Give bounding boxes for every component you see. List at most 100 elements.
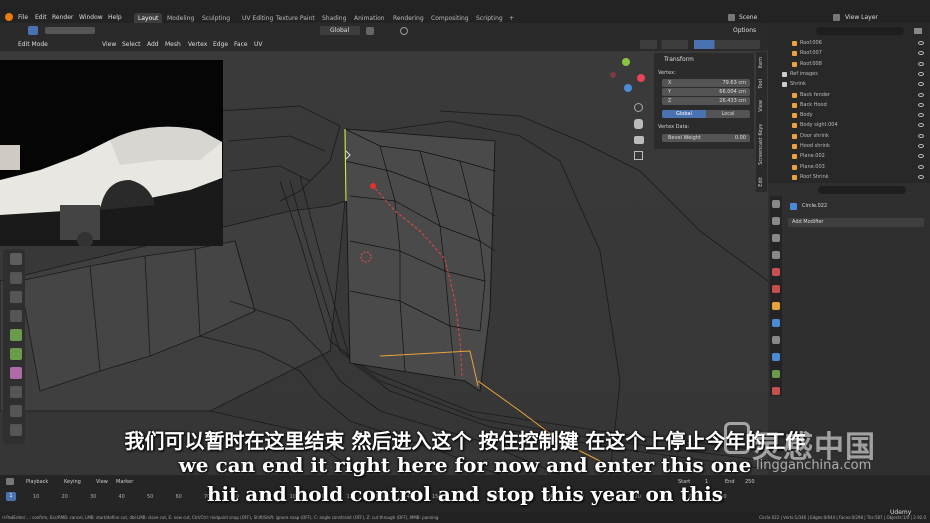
options-dropdown[interactable]: Options (733, 27, 756, 34)
pan-hand-icon[interactable] (634, 119, 643, 129)
gizmo-z-axis-icon[interactable] (624, 84, 632, 92)
tab-edit[interactable]: Edit (758, 177, 764, 187)
snap-icon[interactable] (366, 27, 374, 35)
visibility-eye-icon[interactable] (918, 144, 924, 148)
add-modifier-button[interactable]: Add Modifier (788, 218, 924, 227)
outliner-row[interactable]: Body (768, 111, 930, 119)
tool-props-icon[interactable] (772, 200, 780, 208)
cursor-tool-icon[interactable] (10, 272, 22, 284)
menu-help[interactable]: Help (108, 14, 122, 21)
move-tool-icon[interactable] (10, 291, 22, 303)
outliner-row[interactable]: Door shrink (768, 132, 930, 140)
outliner-row[interactable]: Roof Shrink (768, 173, 930, 181)
visibility-eye-icon[interactable] (918, 82, 924, 87)
visibility-eye-icon[interactable] (918, 133, 924, 138)
menu-uv[interactable]: UV (254, 41, 263, 48)
object-name-field[interactable]: Circle.022 (802, 203, 827, 209)
menu-add[interactable]: Add (147, 41, 159, 48)
extrude-tool-icon[interactable] (10, 329, 22, 341)
outliner-row[interactable]: Body sight.004 (768, 121, 930, 129)
particles-props-icon[interactable] (772, 336, 780, 344)
visibility-eye-icon[interactable] (918, 102, 924, 107)
gizmo-y-axis-icon[interactable] (622, 58, 630, 66)
knife-tool-icon[interactable] (10, 405, 22, 417)
navigation-gizmo[interactable] (607, 58, 647, 98)
filter-icon[interactable] (914, 28, 922, 34)
scene-props-icon[interactable] (772, 268, 780, 276)
select-tool-icon[interactable] (28, 26, 38, 35)
outliner-search-field[interactable] (816, 27, 904, 35)
visibility-eye-icon[interactable] (918, 154, 924, 159)
tab-item[interactable]: Item (758, 57, 764, 68)
gizmo-neg-axis-icon[interactable] (610, 72, 616, 78)
physics-props-icon[interactable] (772, 353, 780, 361)
view-layer-icon[interactable] (833, 14, 840, 21)
visibility-eye-icon[interactable] (918, 174, 924, 179)
menu-select[interactable]: Select (122, 41, 141, 48)
select-box-tool-icon[interactable] (10, 253, 22, 265)
outliner-row[interactable]: Plane.002 (768, 152, 930, 160)
visibility-eye-icon[interactable] (918, 92, 924, 97)
menu-face[interactable]: Face (234, 41, 248, 48)
tab-screencast-keys[interactable]: Screencast Keys (758, 124, 764, 165)
global-button[interactable]: Global (662, 110, 706, 118)
inset-tool-icon[interactable] (10, 348, 22, 360)
outliner-row[interactable]: Hood shrink (768, 142, 930, 150)
vertex-x-field[interactable]: X 79.63 cm (662, 79, 750, 87)
visibility-eye-icon[interactable] (918, 164, 924, 169)
data-props-icon[interactable] (772, 370, 780, 378)
rotate-tool-icon[interactable] (10, 310, 22, 322)
zoom-icon[interactable] (634, 103, 643, 112)
visibility-eye-icon[interactable] (918, 71, 924, 76)
modifier-props-icon[interactable] (772, 319, 780, 327)
gizmo-x-axis-icon[interactable] (637, 74, 645, 82)
transform-panel-title[interactable]: Transform (664, 56, 694, 63)
outliner-row[interactable]: Back fender (768, 91, 930, 99)
outliner-row[interactable]: Roof.007 (768, 49, 930, 57)
menu-edit[interactable]: Edit (35, 14, 47, 21)
scene-icon[interactable] (728, 14, 735, 21)
proportional-edit-icon[interactable] (400, 27, 408, 35)
bevel-weight-field[interactable]: Bevel Weight 0.00 (662, 134, 750, 142)
grid-toggle-icon[interactable] (634, 151, 643, 160)
menu-window[interactable]: Window (79, 14, 103, 21)
outliner-row[interactable]: Roof.006 (768, 39, 930, 47)
outliner-row[interactable]: Ref images (768, 70, 930, 78)
menu-mesh[interactable]: Mesh (165, 41, 181, 48)
outliner-row[interactable]: Back Hood (768, 101, 930, 109)
edit-mode-select[interactable]: Edit Mode (18, 41, 48, 48)
visibility-eye-icon[interactable] (918, 113, 924, 118)
properties-search-field[interactable] (818, 186, 906, 194)
menu-render[interactable]: Render (52, 14, 73, 21)
visibility-eye-icon[interactable] (918, 61, 924, 66)
vertex-y-field[interactable]: Y 66.004 cm (662, 88, 750, 96)
view-layer-props-icon[interactable] (772, 251, 780, 259)
tab-view[interactable]: View (758, 100, 764, 112)
object-props-icon[interactable] (772, 302, 780, 310)
output-props-icon[interactable] (772, 234, 780, 242)
visibility-eye-icon[interactable] (918, 123, 924, 128)
camera-view-icon[interactable] (634, 136, 644, 144)
blender-logo-icon[interactable] (5, 13, 13, 21)
world-props-icon[interactable] (772, 285, 780, 293)
visibility-eye-icon[interactable] (918, 41, 924, 45)
tab-tool[interactable]: Tool (758, 79, 764, 89)
menu-edge[interactable]: Edge (213, 41, 228, 48)
outliner-row[interactable]: Roof.008 (768, 60, 930, 68)
outliner-row[interactable]: Shrink (768, 80, 930, 88)
menu-file[interactable]: File (18, 14, 28, 21)
outliner-row[interactable]: Plane.003 (768, 163, 930, 171)
bevel-tool-icon[interactable] (10, 367, 22, 379)
local-button[interactable]: Local (706, 110, 750, 118)
render-props-icon[interactable] (772, 217, 780, 225)
visibility-eye-icon[interactable] (918, 51, 924, 56)
view-layer-selector[interactable]: View Layer (845, 14, 878, 21)
menu-view[interactable]: View (102, 41, 116, 48)
material-props-icon[interactable] (772, 387, 780, 395)
scene-selector[interactable]: Scene (739, 14, 757, 21)
menu-vertex[interactable]: Vertex (188, 41, 207, 48)
vertex-z-field[interactable]: Z 26.433 cm (662, 97, 750, 105)
select-mode-icons[interactable] (45, 27, 95, 34)
overlay-icons[interactable] (640, 40, 760, 49)
loop-cut-tool-icon[interactable] (10, 386, 22, 398)
